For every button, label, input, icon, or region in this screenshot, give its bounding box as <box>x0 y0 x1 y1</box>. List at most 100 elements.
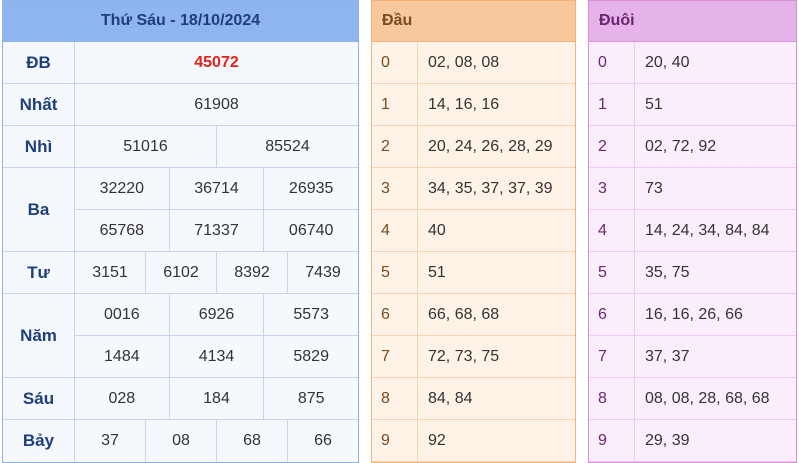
results-table: Thứ Sáu - 18/10/2024 ĐB 45072 Nhất 61908 Nhì… <box>2 0 359 463</box>
prize-number: 875 <box>263 378 358 419</box>
digit-label: 3 <box>372 168 418 209</box>
prize-row: Nhì 51016 85524 <box>3 126 358 168</box>
prize-label: Nhì <box>3 126 75 167</box>
number-list: 34, 35, 37, 37, 39 <box>428 179 553 197</box>
digit-label: 1 <box>372 84 418 125</box>
prize-number: 51016 <box>123 137 168 155</box>
prize-number: 1484 <box>104 347 140 365</box>
number-list: 14, 16, 16 <box>428 95 500 113</box>
prize-number: 5573 <box>263 294 358 335</box>
prize-number: 37 <box>101 432 119 449</box>
number-list: 20, 24, 26, 28, 29 <box>428 137 553 155</box>
number-list: 37, 37 <box>645 347 690 365</box>
head-row: 2 20, 24, 26, 28, 29 <box>372 126 575 168</box>
prize-number: 06740 <box>263 210 358 251</box>
digit-label: 6 <box>589 294 635 335</box>
prize-number: 184 <box>168 378 264 419</box>
digit-label: 1 <box>589 84 635 125</box>
prize-number: 028 <box>108 389 136 407</box>
prize-row: Nhất 61908 <box>3 84 358 126</box>
number-list: 14, 24, 34, 84, 84 <box>645 221 770 239</box>
special-prize-number: 45072 <box>194 53 239 71</box>
prize-number: 5829 <box>263 336 358 377</box>
prize-number: 36714 <box>168 168 264 209</box>
number-list: 92 <box>428 431 446 449</box>
prize-number: 26935 <box>263 168 358 209</box>
prize-label: Sáu <box>3 378 75 419</box>
prize-number: 68 <box>216 420 287 462</box>
prize-row: Bảy 37 08 68 66 <box>3 420 358 462</box>
prize-label: Tư <box>3 252 75 293</box>
head-row: 5 51 <box>372 252 575 294</box>
prize-number: 6926 <box>168 294 264 335</box>
number-list: 72, 73, 75 <box>428 347 500 365</box>
head-row: 1 14, 16, 16 <box>372 84 575 126</box>
tail-row: 5 35, 75 <box>589 252 796 294</box>
number-list: 66, 68, 68 <box>428 305 500 323</box>
head-table-body: 0 02, 08, 08 1 14, 16, 16 2 20, 24, 26, 28, 2… <box>372 42 575 462</box>
tail-table-body: 0 20, 40 1 51 2 02, 72, 92 3 73 4 14, 24, 34, 84,… <box>589 42 796 462</box>
number-list: 29, 39 <box>645 431 690 449</box>
prize-number: 71337 <box>168 210 264 251</box>
digit-label: 8 <box>589 378 635 419</box>
tail-row: 3 73 <box>589 168 796 210</box>
head-row: 6 66, 68, 68 <box>372 294 575 336</box>
results-body: ĐB 45072 Nhất 61908 Nhì 51016 85524 Ba 32220 3671… <box>3 42 358 462</box>
number-list: 40 <box>428 221 446 239</box>
number-list: 02, 72, 92 <box>645 137 717 155</box>
prize-number: 08 <box>145 420 216 462</box>
tail-row: 2 02, 72, 92 <box>589 126 796 168</box>
prize-row: Năm 0016 6926 5573 1484 4134 5829 <box>3 294 358 378</box>
digit-label: 0 <box>372 42 418 83</box>
prize-label: ĐB <box>3 42 75 83</box>
head-row: 0 02, 08, 08 <box>372 42 575 84</box>
digit-label: 7 <box>589 336 635 377</box>
digit-label: 2 <box>372 126 418 167</box>
digit-label: 6 <box>372 294 418 335</box>
prize-label: Bảy <box>3 420 75 462</box>
digit-label: 5 <box>589 252 635 293</box>
tail-row: 1 51 <box>589 84 796 126</box>
prize-number: 65768 <box>99 221 145 239</box>
number-list: 16, 16, 26, 66 <box>645 305 743 323</box>
prize-label: Nhất <box>3 84 75 125</box>
tail-table: Đuôi 0 20, 40 1 51 2 02, 72, 92 3 73 4 14, 24, 34… <box>588 0 797 463</box>
digit-label: 8 <box>372 378 418 419</box>
tail-table-title: Đuôi <box>589 1 796 42</box>
number-list: 51 <box>645 95 663 113</box>
digit-label: 4 <box>372 210 418 251</box>
digit-label: 9 <box>372 420 418 461</box>
prize-row: Sáu 028 184 875 <box>3 378 358 420</box>
digit-label: 2 <box>589 126 635 167</box>
tail-row: 7 37, 37 <box>589 336 796 378</box>
digit-label: 7 <box>372 336 418 377</box>
number-list: 73 <box>645 179 663 197</box>
number-list: 51 <box>428 263 446 281</box>
number-list: 84, 84 <box>428 389 473 407</box>
digit-label: 4 <box>589 210 635 251</box>
number-list: 35, 75 <box>645 263 690 281</box>
prize-number: 85524 <box>216 126 358 167</box>
digit-label: 5 <box>372 252 418 293</box>
number-list: 20, 40 <box>645 53 690 71</box>
head-row: 8 84, 84 <box>372 378 575 420</box>
prize-number: 8392 <box>216 252 287 293</box>
prize-row: ĐB 45072 <box>3 42 358 84</box>
digit-label: 9 <box>589 420 635 461</box>
tail-row: 4 14, 24, 34, 84, 84 <box>589 210 796 252</box>
prize-label: Năm <box>3 294 75 377</box>
digit-label: 0 <box>589 42 635 83</box>
tail-row: 6 16, 16, 26, 66 <box>589 294 796 336</box>
head-row: 9 92 <box>372 420 575 462</box>
number-list: 02, 08, 08 <box>428 53 500 71</box>
prize-number: 61908 <box>194 95 239 113</box>
tail-row: 0 20, 40 <box>589 42 796 84</box>
head-table-title: Đầu <box>372 1 575 42</box>
prize-row: Tư 3151 6102 8392 7439 <box>3 252 358 294</box>
head-row: 7 72, 73, 75 <box>372 336 575 378</box>
head-row: 3 34, 35, 37, 37, 39 <box>372 168 575 210</box>
head-row: 4 40 <box>372 210 575 252</box>
tail-row: 8 08, 08, 28, 68, 68 <box>589 378 796 420</box>
prize-number: 3151 <box>92 263 128 281</box>
digit-label: 3 <box>589 168 635 209</box>
